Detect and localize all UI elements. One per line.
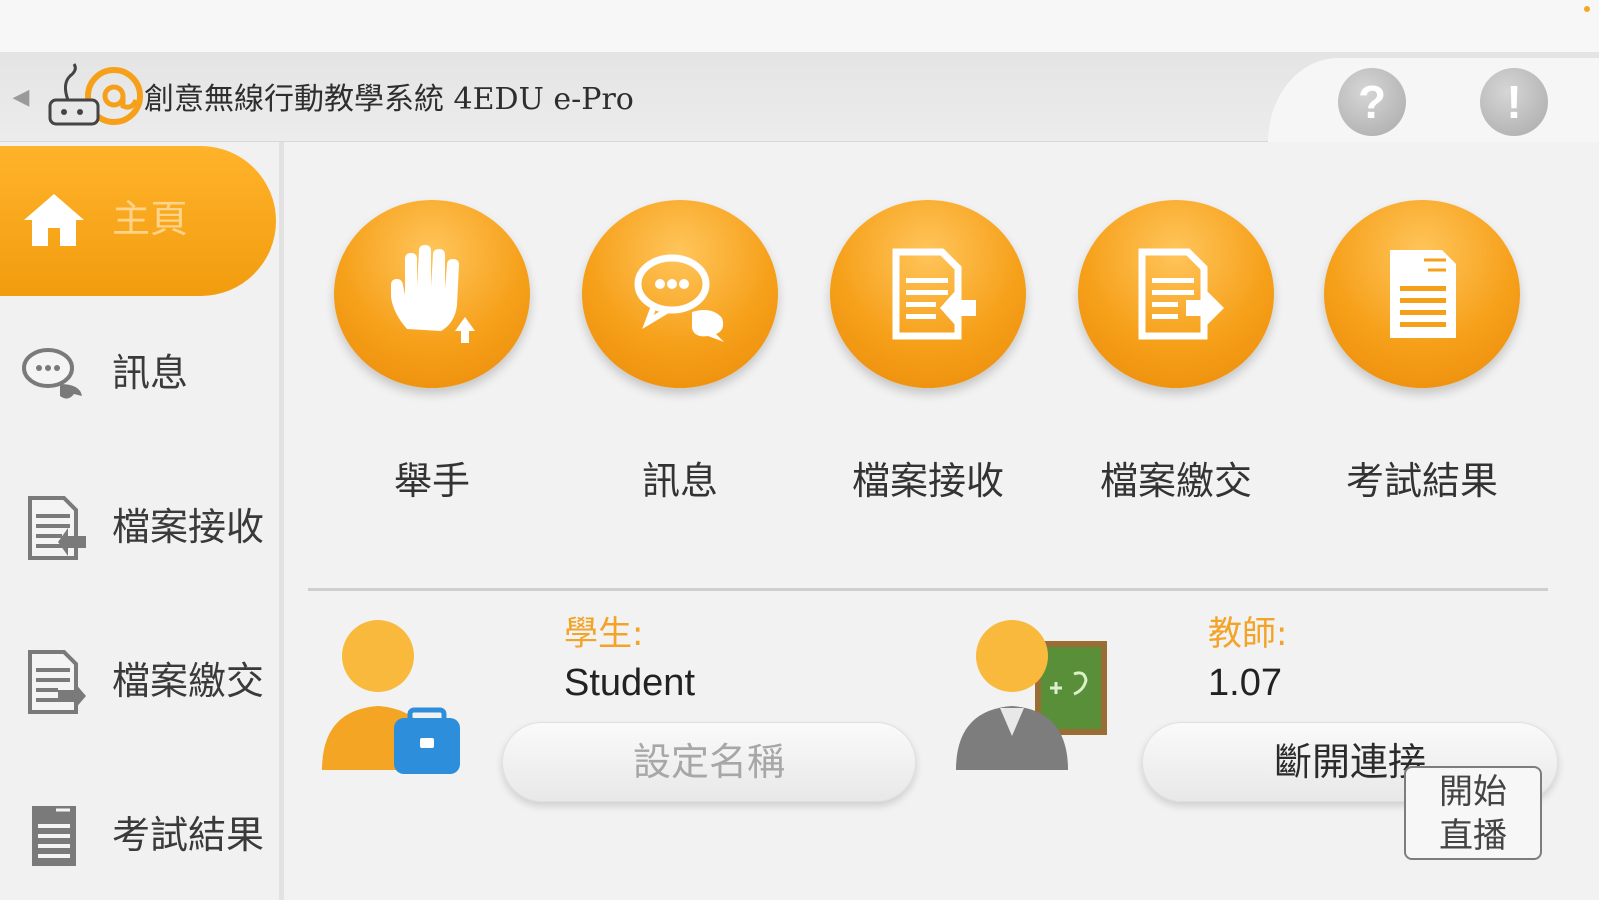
question-icon[interactable]: ? [1338,68,1406,136]
sidebar-item-label: 主頁 [112,197,189,241]
start-live-button[interactable]: 開始 直播 [1404,766,1542,860]
teacher-caption: 教師: [1208,614,1288,654]
file-receive-circle [830,200,1026,388]
sidebar-item-messages[interactable]: 訊息 [0,296,278,444]
file-receive-icon [892,248,976,340]
exam-result-icon [32,806,76,866]
chevron-left-icon[interactable]: ◀ [6,82,36,112]
raise-hand-circle [334,200,530,388]
file-submit-label: 檔案繳交 [1099,459,1252,503]
messages-circle [582,200,778,388]
file-submit-icon [1138,248,1224,340]
raise-hand-button[interactable]: 舉手 [332,200,532,503]
sidebar-item-label: 檔案接收 [112,505,265,549]
file-receive-label: 檔案接收 [851,459,1004,503]
sidebar-item-label: 檔案繳交 [112,659,265,703]
app-logo-icon [48,63,143,126]
section-divider [308,588,1548,591]
student-avatar-icon [322,620,460,774]
file-receive-button[interactable]: 檔案接收 [828,200,1028,503]
messages-button[interactable]: 訊息 [580,200,780,503]
chat-bubbles-icon [634,254,724,342]
sidebar-item-label: 考試結果 [112,813,265,857]
sidebar-item-home[interactable]: 主頁 [0,142,278,296]
exam-results-circle [1324,200,1520,388]
file-submit-circle [1078,200,1274,388]
set-name-button[interactable]: 設定名稱 [502,722,916,802]
sidebar-item-file-receive[interactable]: 檔案接收 [0,450,278,598]
home-icon [24,194,84,246]
student-name: Student [564,662,695,704]
file-submit-button[interactable]: 檔案繳交 [1076,200,1276,503]
teacher-avatar-icon [956,620,1107,770]
teacher-version: 1.07 [1208,662,1282,704]
file-submit-icon [28,650,86,714]
sidebar-item-file-submit[interactable]: 檔案繳交 [0,604,278,752]
exam-results-button[interactable]: 考試結果 [1322,200,1522,503]
notification-dot [1584,6,1590,12]
status-strip [0,0,1599,52]
sidebar-item-exam-results[interactable]: 考試結果 [0,758,278,900]
file-receive-icon [28,496,86,560]
exam-result-icon [1390,250,1456,338]
student-caption: 學生: [564,614,644,654]
messages-label: 訊息 [641,459,718,503]
app-title: 創意無線行動教學系統 4EDU e-Pro [144,82,634,117]
sidebar-item-label: 訊息 [112,351,189,395]
raise-hand-label: 舉手 [393,459,470,503]
exclamation-icon[interactable]: ! [1480,68,1548,136]
start-live-label-line1: 開始 [1439,772,1507,812]
header-help-tab [1268,58,1599,142]
raise-hand-icon [391,245,475,343]
exam-results-label: 考試結果 [1345,459,1498,503]
chat-bubbles-icon [22,348,82,399]
start-live-label-line2: 直播 [1439,816,1507,856]
